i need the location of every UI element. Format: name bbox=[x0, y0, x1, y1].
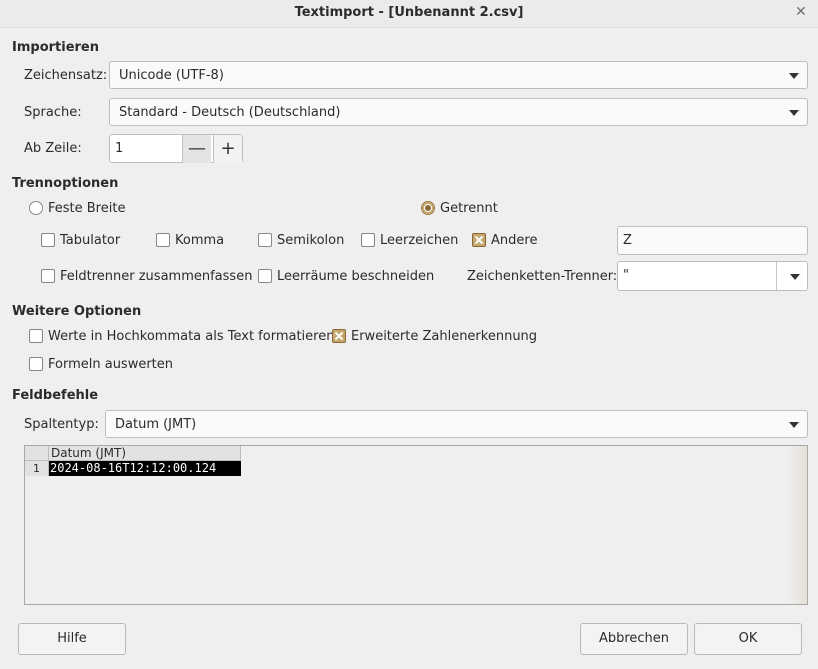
chevron-down-icon bbox=[789, 110, 799, 116]
from-row-spinner: 1 — + bbox=[109, 134, 243, 163]
other-separator-input[interactable]: Z bbox=[617, 226, 808, 255]
other-separator-value: Z bbox=[623, 233, 632, 248]
separated-label: Getrennt bbox=[440, 201, 498, 216]
increment-button[interactable]: + bbox=[213, 135, 242, 163]
comma-checkbox[interactable] bbox=[156, 233, 170, 247]
column-type-select[interactable]: Datum (JMT) bbox=[105, 410, 808, 438]
detect-special-numbers-checkbox[interactable] bbox=[332, 329, 346, 343]
section-other-options: Weitere Optionen bbox=[12, 304, 142, 319]
column-header[interactable]: Datum (JMT) bbox=[49, 446, 241, 461]
section-separator: Trennoptionen bbox=[12, 176, 119, 191]
fixed-width-label: Feste Breite bbox=[48, 201, 126, 216]
from-row-label: Ab Zeile: bbox=[24, 141, 82, 156]
evaluate-formulas-label: Formeln auswerten bbox=[48, 357, 174, 372]
space-label: Leerzeichen bbox=[380, 233, 459, 248]
chevron-down-icon[interactable] bbox=[790, 274, 800, 280]
from-row-input[interactable]: 1 bbox=[115, 141, 123, 156]
string-delimiter-select[interactable]: " bbox=[617, 261, 808, 291]
tab-label: Tabulator bbox=[60, 233, 121, 248]
charset-label: Zeichensatz: bbox=[24, 68, 108, 83]
trim-spaces-checkbox[interactable] bbox=[258, 269, 272, 283]
preview-cell[interactable]: 2024-08-16T12:12:00.124 bbox=[49, 461, 241, 476]
charset-value: Unicode (UTF-8) bbox=[119, 68, 224, 83]
merge-delimiters-checkbox[interactable] bbox=[41, 269, 55, 283]
space-checkbox[interactable] bbox=[361, 233, 375, 247]
preview-edge bbox=[787, 446, 807, 604]
trim-spaces-label: Leerräume beschneiden bbox=[277, 269, 435, 284]
section-fields: Feldbefehle bbox=[12, 388, 99, 403]
fixed-width-radio[interactable] bbox=[29, 201, 43, 215]
language-value: Standard - Deutsch (Deutschland) bbox=[119, 105, 341, 120]
column-type-label: Spaltentyp: bbox=[24, 417, 99, 432]
ok-button[interactable]: OK bbox=[694, 623, 802, 655]
detect-special-numbers-label: Erweiterte Zahlenerkennung bbox=[351, 329, 538, 344]
merge-delimiters-label: Feldtrenner zusammenfassen bbox=[60, 269, 253, 284]
language-select[interactable]: Standard - Deutsch (Deutschland) bbox=[109, 98, 808, 126]
chevron-down-icon bbox=[789, 73, 799, 79]
close-icon[interactable]: ✕ bbox=[795, 4, 807, 20]
string-delimiter-value: " bbox=[623, 268, 629, 283]
grid-corner bbox=[25, 446, 49, 461]
help-button[interactable]: Hilfe bbox=[18, 623, 126, 655]
preview-grid[interactable]: Datum (JMT) 1 2024-08-16T12:12:00.124 bbox=[24, 445, 808, 605]
other-checkbox[interactable] bbox=[472, 233, 486, 247]
charset-select[interactable]: Unicode (UTF-8) bbox=[109, 61, 808, 89]
column-type-value: Datum (JMT) bbox=[115, 417, 197, 432]
semicolon-checkbox[interactable] bbox=[258, 233, 272, 247]
window-title: Textimport - [Unbenannt 2.csv] bbox=[294, 5, 524, 20]
language-label: Sprache: bbox=[24, 105, 82, 120]
evaluate-formulas-checkbox[interactable] bbox=[29, 357, 43, 371]
string-delimiter-label: Zeichenketten-Trenner: bbox=[467, 269, 618, 284]
separated-radio[interactable] bbox=[421, 201, 435, 215]
quoted-as-text-checkbox[interactable] bbox=[29, 329, 43, 343]
section-import: Importieren bbox=[12, 40, 100, 55]
other-label: Andere bbox=[491, 233, 538, 248]
quoted-as-text-label: Werte in Hochkommata als Text formatiere… bbox=[48, 329, 335, 344]
row-number: 1 bbox=[25, 461, 49, 476]
chevron-down-icon bbox=[789, 422, 799, 428]
tab-checkbox[interactable] bbox=[41, 233, 55, 247]
combo-divider bbox=[776, 262, 777, 290]
semicolon-label: Semikolon bbox=[277, 233, 345, 248]
cancel-button[interactable]: Abbrechen bbox=[580, 623, 688, 655]
comma-label: Komma bbox=[175, 233, 225, 248]
decrement-button[interactable]: — bbox=[182, 135, 211, 163]
